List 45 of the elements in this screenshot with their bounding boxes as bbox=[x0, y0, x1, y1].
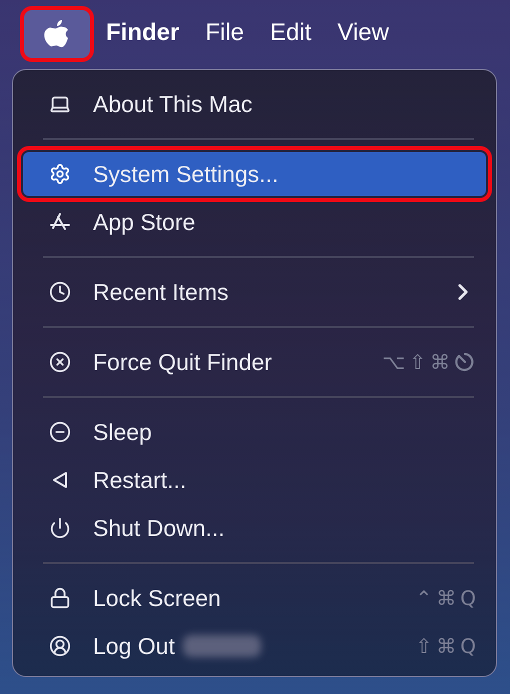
menu-item-label: Lock Screen bbox=[93, 584, 221, 612]
menu-item-label: About This Mac bbox=[93, 90, 252, 118]
menu-bar-item[interactable]: Edit bbox=[270, 19, 312, 47]
apple-menu-button[interactable] bbox=[20, 6, 94, 62]
menu-item-label: Log Out bbox=[93, 632, 175, 660]
menu-bar-item[interactable]: File bbox=[205, 19, 244, 47]
app-store-icon bbox=[49, 211, 71, 233]
shortcut-key: ⇧ bbox=[415, 634, 432, 658]
shortcut-key: ⇧ bbox=[409, 350, 426, 374]
menu-item[interactable]: System Settings... bbox=[23, 152, 486, 196]
menu-item[interactable]: Lock Screen ⌃ ⌘ Q bbox=[23, 576, 486, 620]
close-circle-icon bbox=[49, 351, 71, 373]
menu-item-label: Shut Down... bbox=[93, 514, 225, 542]
apple-logo-icon bbox=[43, 18, 71, 50]
menu-item-label: Force Quit Finder bbox=[93, 348, 272, 376]
shortcut-key: ⌘ bbox=[436, 634, 456, 658]
settings-icon bbox=[49, 163, 71, 185]
clock-icon bbox=[49, 281, 71, 303]
shortcut-key: ⌥ bbox=[382, 350, 406, 374]
menu-item[interactable]: Recent Items bbox=[23, 270, 486, 314]
menu-item-label: Sleep bbox=[93, 418, 152, 446]
menu-item[interactable]: Sleep bbox=[23, 410, 486, 454]
menu-item-label: System Settings... bbox=[93, 160, 278, 188]
escape-icon bbox=[454, 351, 476, 373]
menu-item-label: Recent Items bbox=[93, 278, 228, 306]
shortcut-key: Q bbox=[460, 586, 476, 610]
menu-item[interactable]: About This Mac bbox=[23, 82, 486, 126]
menu-item-label: Restart... bbox=[93, 466, 186, 494]
menu-item[interactable]: Force Quit Finder ⌥ ⇧ ⌘ bbox=[23, 340, 486, 384]
menu-item[interactable]: Restart... bbox=[23, 458, 486, 502]
user-circle-icon bbox=[49, 635, 71, 657]
menu-item[interactable]: App Store bbox=[23, 200, 486, 244]
menu-item-label: App Store bbox=[93, 208, 196, 236]
restart-triangle-icon bbox=[50, 470, 70, 490]
shortcut-key: Q bbox=[460, 634, 476, 658]
shortcut-key: ⌘ bbox=[436, 586, 456, 610]
menu-bar-item[interactable]: Finder bbox=[106, 19, 180, 47]
menu-item[interactable]: Shut Down... bbox=[23, 506, 486, 550]
lock-icon bbox=[49, 587, 71, 609]
shortcut-key: ⌃ bbox=[415, 586, 432, 610]
minus-circle-icon bbox=[49, 421, 71, 443]
menu-item[interactable]: Log Out ⇧ ⌘ Q bbox=[23, 624, 486, 668]
menu-bar-item[interactable]: View bbox=[337, 19, 389, 47]
shortcut-key: ⌘ bbox=[430, 350, 450, 374]
power-icon bbox=[49, 517, 71, 539]
